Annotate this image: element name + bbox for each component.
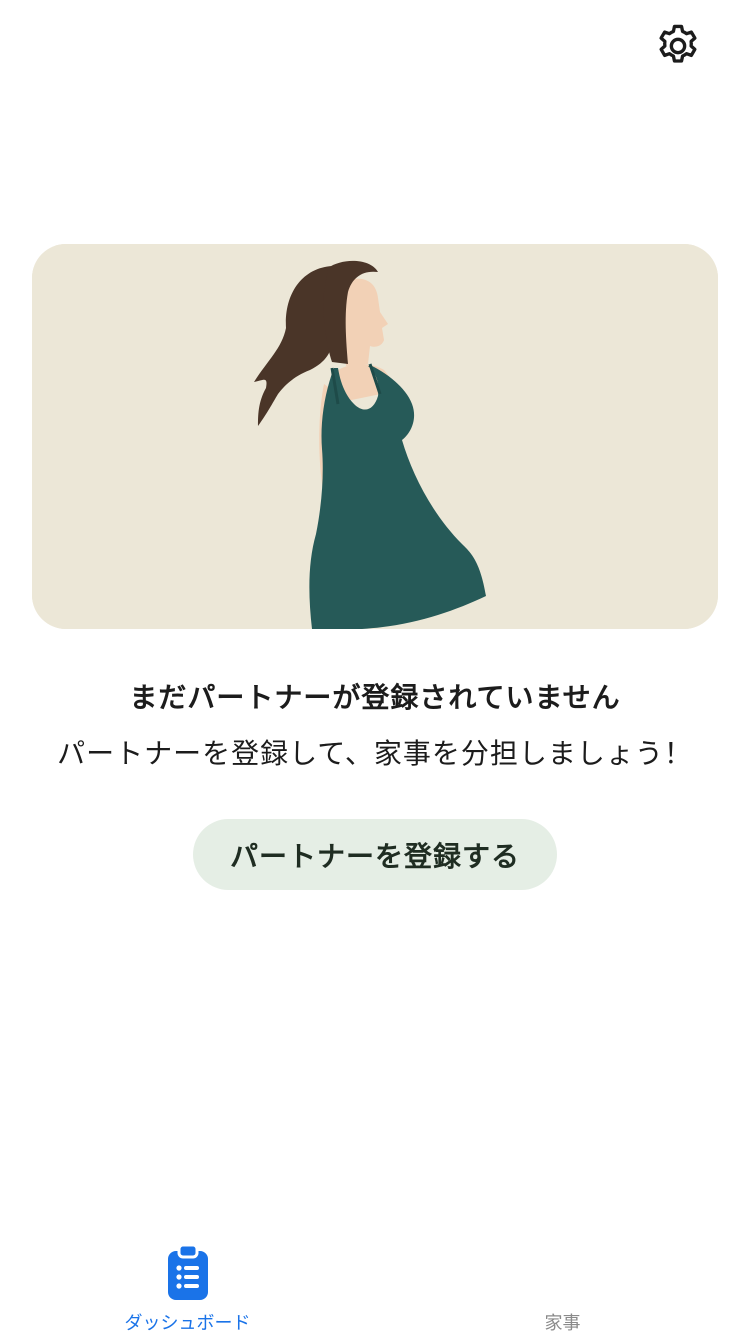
bottom-tab-bar: ダッシュボード 家事 (0, 1230, 750, 1334)
settings-button[interactable] (650, 18, 706, 74)
gear-icon (659, 24, 697, 63)
tab-housework[interactable]: 家事 (375, 1230, 750, 1334)
tab-dashboard[interactable]: ダッシュボード (0, 1230, 375, 1334)
register-partner-button[interactable]: パートナーを登録する (193, 819, 557, 890)
empty-state-subtitle: パートナーを登録して、家事を分担しましょう！ (57, 737, 693, 770)
tab-housework-label: 家事 (544, 1313, 581, 1334)
dashboard-screen: まだパートナーが登録されていません パートナーを登録して、家事を分担しましょう！… (0, 0, 750, 1334)
tab-dashboard-label: ダッシュボード (124, 1313, 251, 1334)
woman-illustration (32, 244, 718, 629)
empty-state-title: まだパートナーが登録されていません (129, 681, 621, 714)
hero-illustration (32, 244, 718, 629)
clipboard-list-icon (167, 1243, 208, 1300)
